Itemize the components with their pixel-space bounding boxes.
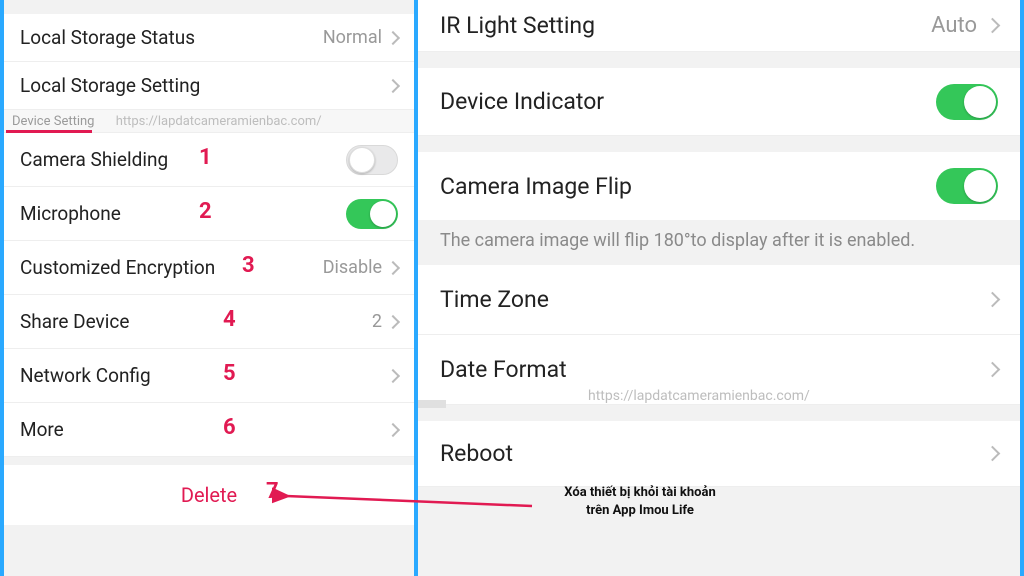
annotation-number: 5: [223, 361, 236, 386]
annotation-number: 7: [266, 479, 279, 504]
gap: [418, 136, 1020, 152]
ir-light-setting-label: IR Light Setting: [440, 12, 595, 39]
camera-image-flip-row[interactable]: Camera Image Flip: [418, 152, 1020, 220]
chevron-right-icon: [386, 368, 400, 382]
device-indicator-row[interactable]: Device Indicator: [418, 68, 1020, 136]
local-storage-setting-label: Local Storage Setting: [20, 74, 200, 97]
chevron-right-icon: [386, 314, 400, 328]
gap: [418, 52, 1020, 68]
chevron-right-icon: [386, 78, 400, 92]
annotation-number: 3: [242, 253, 255, 278]
camera-shielding-row[interactable]: Camera Shielding 1: [4, 133, 414, 187]
annotation-number: 2: [199, 199, 212, 224]
ir-light-setting-value: Auto: [931, 13, 977, 38]
reboot-row[interactable]: Reboot: [418, 421, 1020, 487]
time-zone-label: Time Zone: [440, 286, 549, 313]
time-zone-row[interactable]: Time Zone: [418, 265, 1020, 335]
annotation-line2: trên App Imou Life: [586, 503, 694, 518]
chevron-right-icon: [386, 260, 400, 274]
camera-image-flip-toggle[interactable]: [936, 168, 998, 204]
more-label: More: [20, 418, 64, 441]
watermark-text: https://lapdatcameramienbac.com/: [588, 388, 810, 404]
share-device-label: Share Device: [20, 310, 129, 333]
chevron-right-icon: [985, 18, 1001, 34]
more-row[interactable]: More 6: [4, 403, 414, 457]
annotation-caption: Xóa thiết bị khỏi tài khoản trên App Imo…: [530, 484, 750, 519]
delete-label: Delete: [181, 483, 237, 507]
microphone-toggle[interactable]: [346, 199, 398, 229]
customized-encryption-row[interactable]: Customized Encryption 3 Disable: [4, 241, 414, 295]
chevron-right-icon: [985, 362, 1001, 378]
chevron-right-icon: [985, 292, 1001, 308]
annotation-number: 4: [223, 307, 236, 332]
local-storage-status-label: Local Storage Status: [20, 26, 195, 49]
annotation-number: 6: [223, 415, 236, 440]
decorative-notch: [418, 400, 446, 408]
device-indicator-label: Device Indicator: [440, 88, 604, 115]
gap: [4, 457, 414, 465]
microphone-row[interactable]: Microphone 2: [4, 187, 414, 241]
local-storage-status-value: Normal: [323, 27, 382, 48]
annotation-line1: Xóa thiết bị khỏi tài khoản: [564, 485, 715, 500]
network-config-label: Network Config: [20, 364, 151, 387]
section-title: Device Setting: [12, 114, 94, 129]
gap: [4, 0, 414, 14]
camera-shielding-label: Camera Shielding: [20, 148, 168, 171]
reboot-label: Reboot: [440, 440, 513, 467]
share-device-row[interactable]: Share Device 4 2: [4, 295, 414, 349]
gap: [418, 405, 1020, 421]
share-device-value: 2: [372, 311, 382, 332]
chevron-right-icon: [985, 446, 1001, 462]
customized-encryption-value: Disable: [323, 257, 382, 278]
microphone-label: Microphone: [20, 202, 121, 225]
camera-image-flip-helper: The camera image will flip 180°to displa…: [418, 220, 1020, 265]
date-format-label: Date Format: [440, 356, 567, 383]
gap: [4, 525, 414, 576]
chevron-right-icon: [386, 30, 400, 44]
camera-shielding-toggle[interactable]: [346, 145, 398, 175]
network-config-row[interactable]: Network Config 5: [4, 349, 414, 403]
delete-button[interactable]: Delete 7: [4, 465, 414, 525]
camera-image-flip-label: Camera Image Flip: [440, 173, 632, 200]
watermark-text: https://lapdatcameramienbac.com/: [116, 114, 322, 129]
ir-light-setting-row[interactable]: IR Light Setting Auto: [418, 0, 1020, 52]
customized-encryption-label: Customized Encryption: [20, 256, 215, 279]
local-storage-setting-row[interactable]: Local Storage Setting: [4, 62, 414, 110]
device-indicator-toggle[interactable]: [936, 84, 998, 120]
left-panel: Local Storage Status Normal Local Storag…: [0, 0, 418, 576]
chevron-right-icon: [386, 422, 400, 436]
local-storage-status-row[interactable]: Local Storage Status Normal: [4, 14, 414, 62]
annotation-number: 1: [199, 145, 212, 170]
device-setting-section-header: Device Setting https://lapdatcameramienb…: [4, 110, 414, 133]
